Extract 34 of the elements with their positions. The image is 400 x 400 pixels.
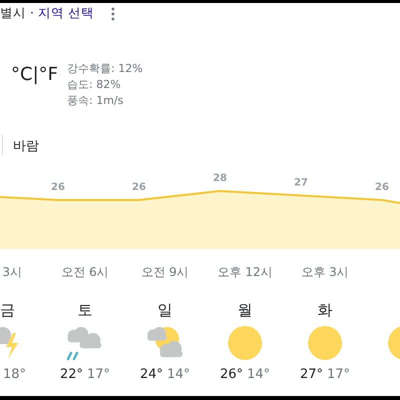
temperature-label: 26 <box>51 182 65 193</box>
temperature-label: 26 <box>132 182 146 193</box>
high-temperature: 26° <box>220 367 243 382</box>
hour-label: 오전 9시 <box>141 265 189 279</box>
high-temperature: 24° <box>140 367 163 382</box>
hour-label: 오후 3시 <box>301 265 349 279</box>
sun-icon <box>225 325 265 361</box>
hour-label: 3시 <box>2 265 22 279</box>
low-temperature: 14° <box>247 367 270 382</box>
sun-icon <box>305 325 345 361</box>
weather-stat-text: 습도: 82% <box>67 77 122 93</box>
day-label: 금 <box>0 301 15 319</box>
low-temperature: 18° <box>2 367 26 382</box>
unit-toggle[interactable]: °C|°F <box>11 61 58 109</box>
region-select-link[interactable]: · 지역 선택 <box>30 4 94 23</box>
hour-label: 오후 12시 <box>217 265 273 279</box>
temperature-label: 27 <box>294 178 308 188</box>
weather-stat-text: 풍속: 1m/s <box>67 93 124 109</box>
low-temperature: 17° <box>87 367 110 382</box>
weather-stat-text: 강수확률: 12% <box>67 61 143 77</box>
hour-label: 오전 6시 <box>61 265 109 279</box>
low-temperature: 14° <box>167 367 190 382</box>
day-label: 일 <box>158 301 172 319</box>
day-label: 화 <box>318 301 332 319</box>
temperature-label: 28 <box>213 173 227 184</box>
tab[interactable]: 바람 <box>3 135 39 156</box>
high-temperature: 27° <box>300 367 323 382</box>
high-temperature: 22° <box>60 367 83 382</box>
day-label: 토 <box>78 301 92 319</box>
day-label: 월 <box>238 301 252 319</box>
location-text: 별시 <box>0 4 26 22</box>
temperature-label: 26 <box>375 182 389 193</box>
low-temperature: 17° <box>327 367 350 382</box>
more-options-icon[interactable] <box>110 6 115 20</box>
